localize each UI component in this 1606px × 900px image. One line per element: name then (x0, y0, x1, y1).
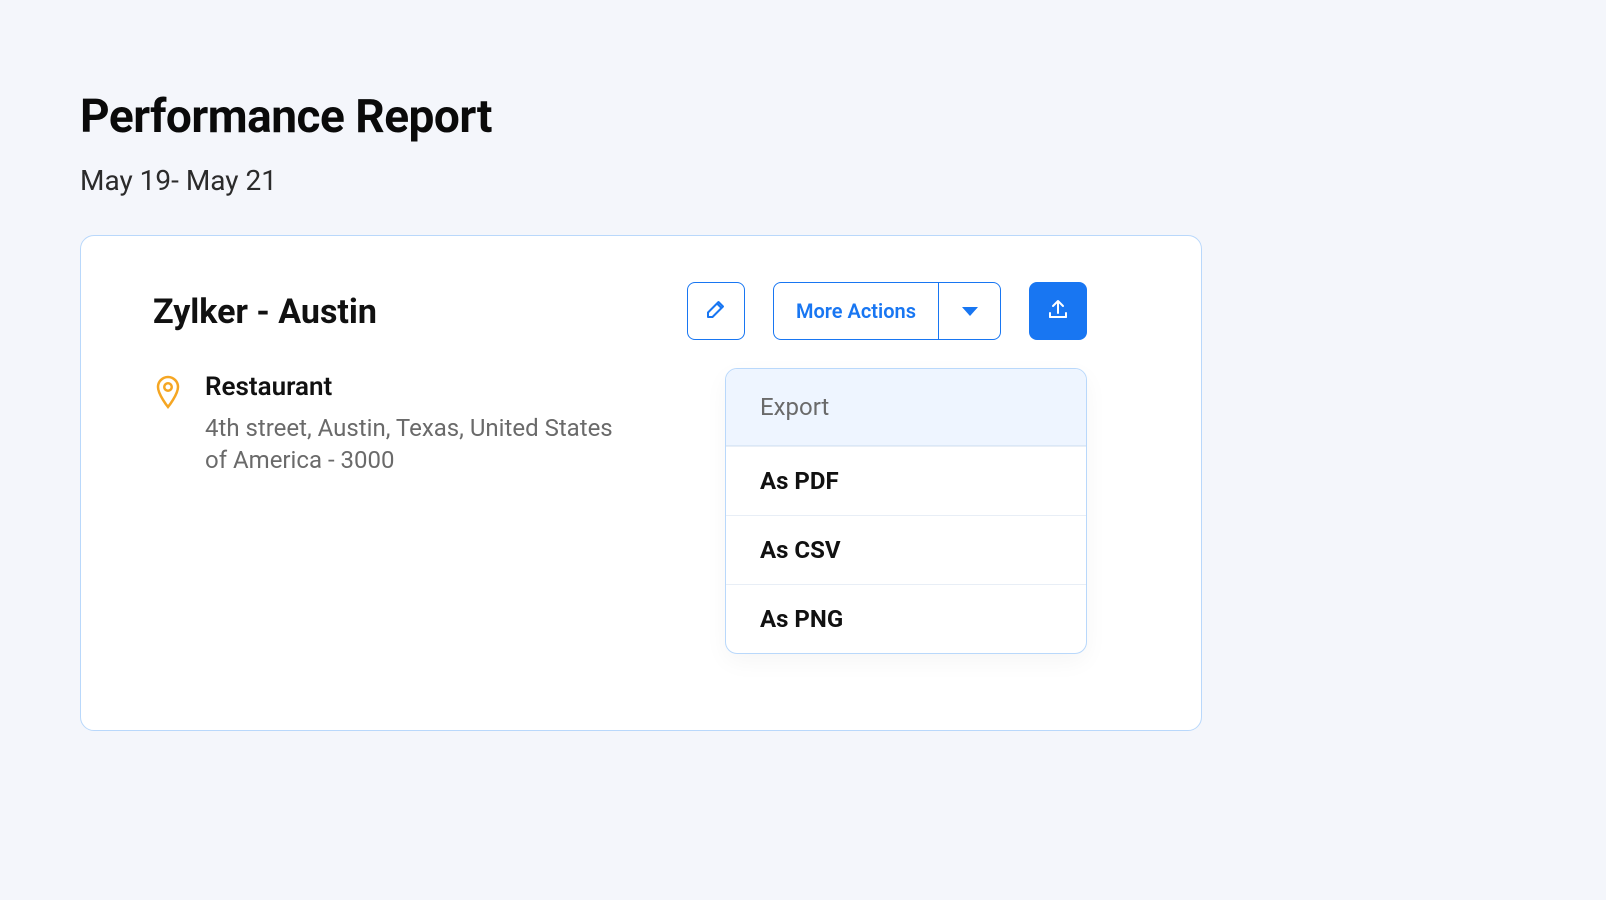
export-dropdown: Export As PDF As CSV As PNG (725, 368, 1087, 654)
more-actions-button-group: More Actions (773, 282, 1001, 340)
export-option-csv[interactable]: As CSV (726, 515, 1086, 584)
entity-address: 4th street, Austin, Texas, United States… (205, 412, 625, 477)
report-card: Zylker - Austin Restaurant 4th street, A… (80, 235, 1202, 731)
export-option-pdf[interactable]: As PDF (726, 446, 1086, 515)
edit-button[interactable] (687, 282, 745, 340)
export-button[interactable] (1029, 282, 1087, 340)
date-range: May 19- May 21 (80, 164, 1526, 197)
location-pin-icon (153, 374, 183, 414)
export-dropdown-header: Export (726, 369, 1086, 446)
export-option-png[interactable]: As PNG (726, 584, 1086, 653)
entity-type: Restaurant (205, 372, 625, 402)
caret-down-icon (962, 302, 978, 321)
upload-icon (1046, 297, 1070, 325)
page-title: Performance Report (80, 90, 1526, 144)
more-actions-label: More Actions (796, 299, 916, 323)
edit-icon (704, 297, 728, 325)
actions-toolbar: More Actions (687, 282, 1087, 340)
more-actions-button[interactable]: More Actions (774, 283, 938, 339)
more-actions-caret-button[interactable] (938, 283, 1000, 339)
